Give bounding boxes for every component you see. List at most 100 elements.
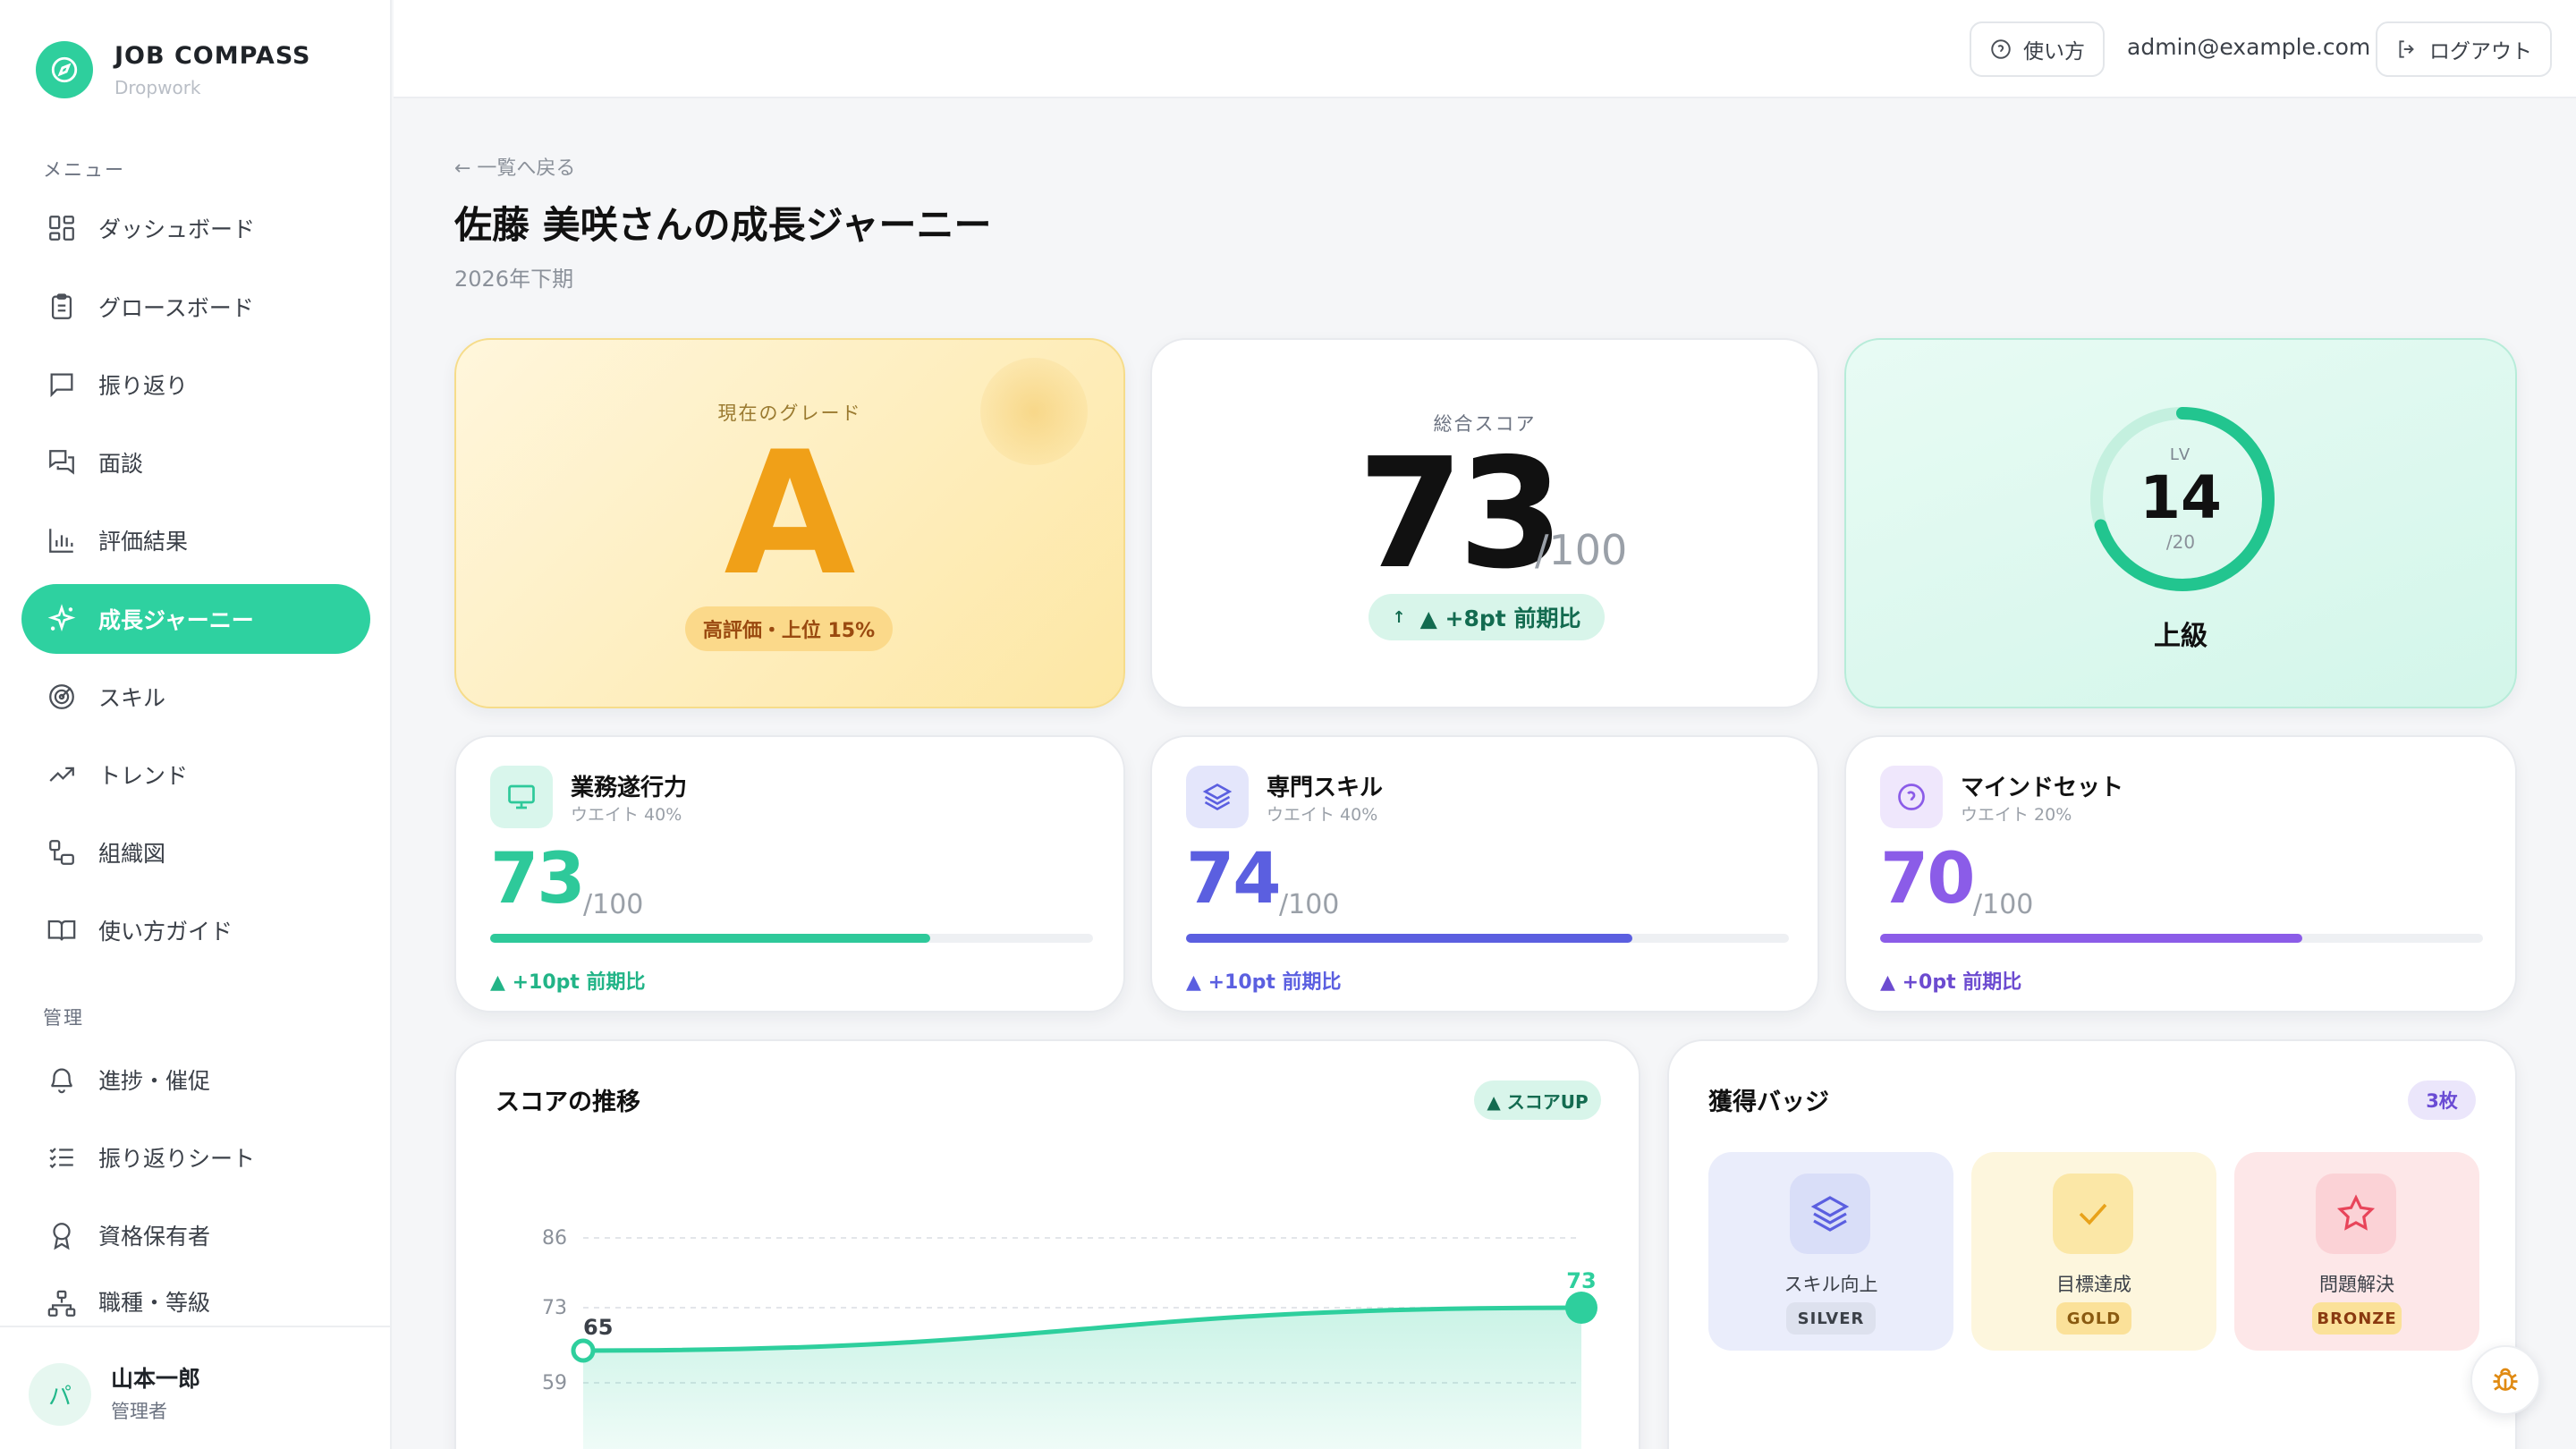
badge-name: スキル向上 [1784,1274,1878,1295]
avatar: パ [29,1363,91,1426]
metric-progress-track [1186,934,1789,943]
level-label: LV [2169,445,2192,464]
book-icon [43,911,80,949]
grade-card: 現在のグレード A 高評価・上位 15% [454,338,1125,708]
badge-skill-up[interactable]: スキル向上 SILVER [1708,1152,1953,1351]
level-name: 上級 [2154,621,2207,652]
sidebar-item-certified[interactable]: 資格保有者 [21,1200,370,1270]
grid-icon [43,209,80,247]
help-button-label: 使い方 [2023,40,2085,64]
metric-delta: ▲ +0pt 前期比 [1880,971,2022,994]
bug-icon [2489,1364,2521,1396]
menu-section-label: メニュー [43,159,125,181]
grade-rank-badge: 高評価・上位 15% [685,606,893,651]
sidebar-item-label: 振り返り [98,373,189,399]
badge-tier: BRONZE [2312,1302,2402,1335]
checklist-icon [43,1139,80,1176]
sidebar-item-growth-journey[interactable]: 成長ジャーニー [21,584,370,654]
y-tick-label: 73 [542,1297,567,1319]
sidebar-item-evaluation[interactable]: 評価結果 [21,505,370,575]
data-label: 65 [583,1315,613,1340]
sidebar-item-trend[interactable]: トレンド [21,740,370,809]
metric-weight: ウエイト 20% [1961,805,2072,825]
sidebar-item-label: トレンド [98,763,189,789]
sidebar-item-label: 評価結果 [98,529,189,555]
data-point[interactable] [1565,1292,1597,1324]
user-profile[interactable]: パ 山本一郎 管理者 [0,1326,390,1449]
metric-progress-fill [1880,934,2302,943]
target-icon [43,678,80,716]
score-max: /100 [1535,526,1628,574]
sidebar-item-org-chart[interactable]: 組織図 [21,818,370,887]
metric-title: 業務遂行力 [571,775,688,801]
award-icon [43,1216,80,1254]
metric-weight: ウエイト 40% [571,805,682,825]
sidebar: JOB COMPASS Dropwork メニュー ダッシュボード グロースボー… [0,0,392,1449]
total-score-card: 総合スコア 73 /100 ↑ ▲ +8pt 前期比 [1150,338,1819,708]
user-name: 山本一郎 [111,1366,201,1392]
sidebar-item-dashboard[interactable]: ダッシュボード [21,193,370,263]
bug-report-button[interactable] [2470,1345,2540,1415]
metric-progress-fill [490,934,931,943]
sidebar-item-label: 面談 [98,451,144,477]
sidebar-item-interview[interactable]: 面談 [21,428,370,497]
logout-icon [2395,38,2419,61]
data-point[interactable] [571,1338,596,1363]
sparkle-icon [43,600,80,638]
sidebar-item-job-grade[interactable]: 職種・等級 [21,1278,370,1325]
sidebar-item-guide[interactable]: 使い方ガイド [21,895,370,965]
logout-button[interactable]: ログアウト [2376,21,2552,77]
brand[interactable]: JOB COMPASS Dropwork [36,41,311,98]
sidebar-item-label: 成長ジャーニー [98,607,254,633]
help-circle-icon [1989,38,2012,61]
badges-title: 獲得バッジ [1708,1089,1829,1116]
metric-max: /100 [1279,889,1340,920]
hierarchy-icon [43,1285,80,1323]
back-to-list-link[interactable]: ← 一覧へ戻る [454,152,575,181]
data-label: 73 [1566,1268,1596,1293]
metric-delta: ▲ +10pt 前期比 [1186,971,1342,994]
sidebar-item-label: ダッシュボード [98,216,256,242]
sidebar-item-label: 使い方ガイド [98,919,233,945]
sidebar-item-progress[interactable]: 進捗・催促 [21,1045,370,1114]
chat-icon [43,366,80,403]
compass-icon [36,41,93,98]
app-name: JOB COMPASS [114,41,311,70]
question-icon [1880,766,1943,828]
score-delta-text: ▲ +8pt 前期比 [1419,606,1581,631]
sidebar-item-label: 資格保有者 [98,1224,211,1250]
metric-value: 73 [490,839,586,919]
sidebar-item-label: 進捗・催促 [98,1068,211,1094]
metric-max: /100 [1973,889,2034,920]
arrow-up-icon: ↑ [1392,607,1406,627]
score-delta-badge: ↑ ▲ +8pt 前期比 [1368,594,1605,640]
badge-name: 問題解決 [2319,1274,2394,1295]
metric-title: マインドセット [1961,775,2124,801]
sidebar-item-growth-board[interactable]: グロースボード [21,272,370,342]
period-label: 2026年下期 [454,267,574,292]
sidebar-item-reflection[interactable]: 振り返り [21,350,370,419]
level-max: /20 [2165,531,2196,553]
user-role: 管理者 [111,1401,167,1422]
check-icon [2053,1174,2133,1254]
score-value: 73 [1358,426,1564,603]
metric-card-execution: 業務遂行力 ウエイト 40% 73 /100 ▲ +10pt 前期比 [454,735,1125,1013]
score-trend-chart: 59 73 86 65 73 [542,1227,1597,1449]
bell-icon [43,1061,80,1098]
user-email: admin@example.com [2127,34,2371,60]
metric-progress-track [490,934,1093,943]
help-button[interactable]: 使い方 [1970,21,2105,77]
metric-card-expertise: 専門スキル ウエイト 40% 74 /100 ▲ +10pt 前期比 [1150,735,1819,1013]
metric-weight: ウエイト 40% [1267,805,1378,825]
org-icon [43,834,80,871]
metric-delta: ▲ +10pt 前期比 [490,971,646,994]
sidebar-item-skills[interactable]: スキル [21,662,370,732]
badge-goal-achieved[interactable]: 目標達成 GOLD [1971,1152,2216,1351]
star-icon [2316,1174,2396,1254]
y-tick-label: 86 [542,1227,567,1250]
sidebar-item-reflection-sheet[interactable]: 振り返りシート [21,1123,370,1192]
metric-value: 74 [1186,839,1282,919]
badge-problem-solving[interactable]: 問題解決 BRONZE [2234,1152,2479,1351]
level-value: 14 [2140,463,2222,532]
metric-progress-fill [1186,934,1632,943]
